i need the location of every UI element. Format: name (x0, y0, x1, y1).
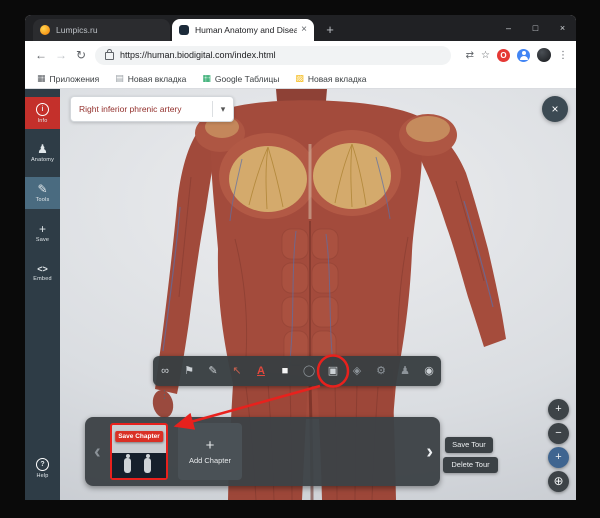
close-viewer-button[interactable]: × (542, 96, 568, 122)
info-icon: i (36, 103, 49, 116)
sidebar-item-info[interactable]: i Info (25, 97, 60, 129)
figure-silhouette-icon (144, 458, 151, 473)
sidebar-item-label: Help (36, 473, 48, 479)
url-field[interactable]: https://human.biodigital.com/index.html (95, 46, 451, 65)
pointer-tool-icon[interactable]: ↖ (225, 356, 249, 386)
bookmark-google-sheets[interactable]: ▦ Google Таблицы (202, 74, 279, 84)
bookmark-label: Новая вкладка (308, 74, 367, 84)
code-brackets-icon: <> (37, 264, 48, 274)
sidebar-item-label: Tools (36, 197, 50, 203)
effects-tool-icon[interactable]: ◈ (345, 356, 369, 386)
app-sidebar: i Info ♟ Anatomy ✎ Tools + Save <> Embed… (25, 89, 60, 500)
chrome-menu-icon[interactable]: ⋮ (558, 50, 568, 61)
sidebar-item-anatomy[interactable]: ♟ Anatomy (25, 137, 60, 169)
page-icon: ▤ (115, 74, 124, 83)
add-chapter-button[interactable]: + Add Chapter (178, 423, 242, 480)
tab-title: Human Anatomy and Disease in (195, 25, 297, 35)
bookmarks-bar: ▦ Приложения ▤ Новая вкладка ▦ Google Та… (25, 69, 576, 89)
maximize-button[interactable]: □ (522, 15, 549, 41)
anatomy-viewport[interactable]: Right inferior phrenic artery ▾ × ∞ ⚑ ✎ … (60, 89, 576, 500)
bookmark-star-icon[interactable]: ☆ (481, 50, 490, 61)
pencil-icon: ✎ (37, 183, 47, 195)
tab-title: Lumpics.ru (56, 25, 163, 35)
minimize-button[interactable]: – (495, 15, 522, 41)
sidebar-item-label: Embed (33, 276, 51, 282)
reload-icon[interactable]: ↻ (71, 48, 91, 62)
chapters-next-icon[interactable]: › (426, 442, 433, 462)
profile-extension-icon[interactable] (517, 49, 530, 62)
camera-tool-icon[interactable]: ◉ (417, 356, 441, 386)
bookmark-label: Приложения (50, 74, 100, 84)
sidebar-item-help[interactable]: ? Help (25, 452, 60, 484)
yellow-icon: ▨ (295, 74, 304, 83)
bookmark-label: Новая вкладка (128, 74, 187, 84)
anatomy-search-dropdown[interactable]: Right inferior phrenic artery ▾ (70, 96, 234, 122)
pen-tool-icon[interactable]: ✎ (201, 356, 225, 386)
toolbar-drag-handle[interactable]: ⋮ (159, 389, 170, 401)
lock-icon (105, 52, 114, 60)
apps-grid-icon: ▦ (37, 74, 46, 83)
bookmark-new-tab[interactable]: ▤ Новая вкладка (115, 74, 186, 84)
page-content: i Info ♟ Anatomy ✎ Tools + Save <> Embed… (25, 89, 576, 500)
adblock-extension-icon[interactable]: O (497, 49, 510, 62)
save-tour-button[interactable]: Save Tour (445, 437, 493, 453)
settings-tool-icon[interactable]: ⚙ (369, 356, 393, 386)
bookmark-new-tab-2[interactable]: ▨ Новая вкладка (295, 74, 366, 84)
sidebar-item-save[interactable]: + Save (25, 217, 60, 249)
model-tool-icon[interactable]: ♟ (393, 356, 417, 386)
figure-silhouette-icon (124, 458, 131, 473)
tab-biodigital[interactable]: Human Anatomy and Disease in × (172, 19, 314, 41)
flag-tool-icon[interactable]: ⚑ (177, 356, 201, 386)
browser-window: Lumpics.ru Human Anatomy and Disease in … (25, 15, 576, 500)
center-view-button[interactable]: ⊕ (548, 471, 569, 492)
tab-strip: Lumpics.ru Human Anatomy and Disease in … (25, 15, 576, 41)
selected-anatomy-label: Right inferior phrenic artery (71, 104, 212, 114)
binoculars-icon[interactable]: ∞ (153, 356, 177, 386)
bookmark-tool-icon[interactable]: ▣ (321, 356, 345, 386)
delete-tour-button[interactable]: Delete Tour (443, 457, 498, 473)
text-tool-icon[interactable]: A (249, 356, 273, 386)
url-text: https://human.biodigital.com/index.html (120, 50, 276, 60)
annotation-toolbar: ∞ ⚑ ✎ ↖ A ■ ◯ ▣ ◈ ⚙ ♟ ◉ (153, 356, 441, 386)
translate-icon[interactable]: ⇄ (466, 50, 474, 61)
tab-lumpics[interactable]: Lumpics.ru (33, 19, 170, 41)
window-controls: – □ × (495, 15, 576, 41)
anatomy-figure-icon: ♟ (37, 143, 48, 155)
forward-icon[interactable]: → (51, 48, 71, 62)
chapters-prev-icon[interactable]: ‹ (94, 442, 101, 462)
bookmark-apps[interactable]: ▦ Приложения (37, 74, 99, 84)
sidebar-item-label: Anatomy (31, 157, 54, 163)
lumpics-favicon-icon (40, 25, 50, 35)
zoom-out-button[interactable]: − (548, 423, 569, 444)
sidebar-item-embed[interactable]: <> Embed (25, 257, 60, 289)
chapter-thumbnail-image (112, 453, 166, 478)
sidebar-item-tools[interactable]: ✎ Tools (25, 177, 60, 209)
bookmark-label: Google Таблицы (215, 74, 279, 84)
chapters-panel: ‹ Save Chapter + Add Chapter › (85, 417, 440, 486)
sheets-icon: ▦ (202, 74, 211, 83)
plus-icon: + (39, 223, 46, 235)
back-icon[interactable]: ← (31, 48, 51, 62)
close-window-button[interactable]: × (549, 15, 576, 41)
circle-tool-icon[interactable]: ◯ (297, 356, 321, 386)
zoom-in-button[interactable]: + (548, 399, 569, 420)
address-bar: ← → ↻ https://human.biodigital.com/index… (25, 41, 576, 69)
sidebar-item-label: Info (38, 118, 48, 124)
square-tool-icon[interactable]: ■ (273, 356, 297, 386)
add-chapter-label: Add Chapter (189, 456, 231, 465)
add-view-button[interactable]: + (548, 447, 569, 468)
plus-icon: + (206, 438, 215, 453)
biodigital-favicon-icon (179, 25, 189, 35)
chapter-thumbnail[interactable]: Save Chapter (110, 423, 168, 480)
tab-close-icon[interactable]: × (301, 25, 307, 35)
new-tab-button[interactable]: + (321, 21, 339, 39)
user-avatar[interactable] (537, 48, 551, 62)
save-chapter-button[interactable]: Save Chapter (115, 431, 163, 442)
chevron-down-icon[interactable]: ▾ (213, 104, 233, 115)
help-icon: ? (36, 458, 49, 471)
sidebar-item-label: Save (36, 237, 49, 243)
